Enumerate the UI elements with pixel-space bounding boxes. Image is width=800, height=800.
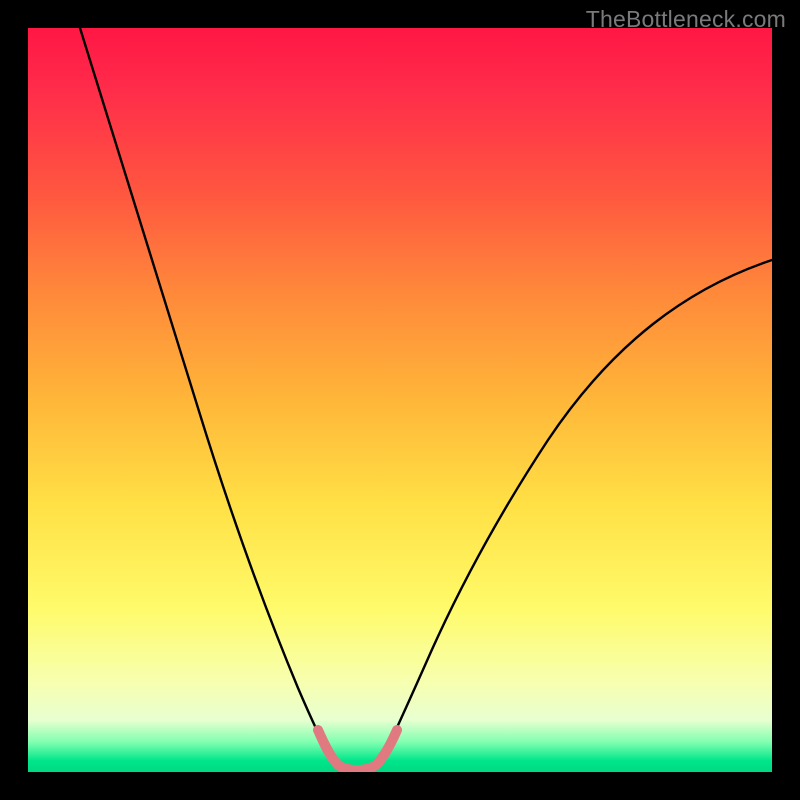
watermark-text: TheBottleneck.com — [586, 6, 786, 33]
right-curve — [380, 260, 772, 764]
chart-frame — [28, 28, 772, 772]
left-curve — [80, 28, 334, 764]
bottleneck-curve-plot — [28, 28, 772, 772]
bottom-highlight — [318, 730, 397, 770]
